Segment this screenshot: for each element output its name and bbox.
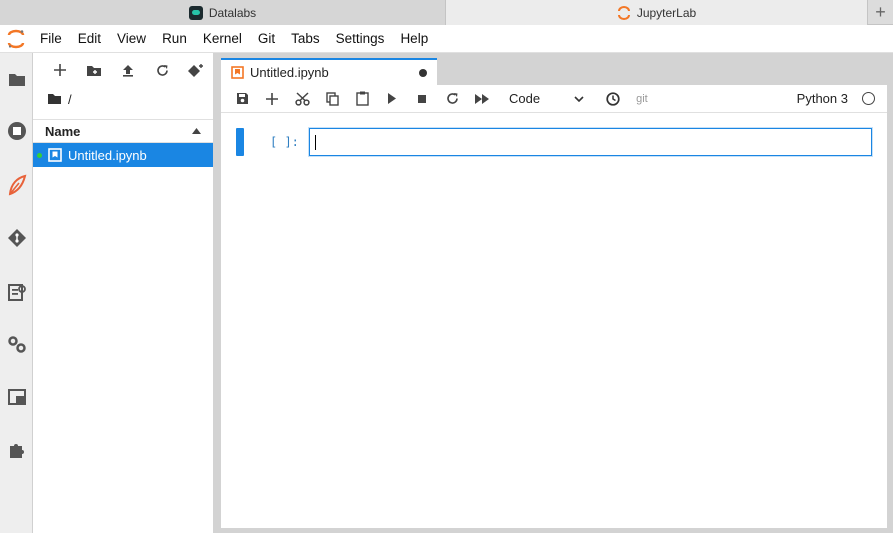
fast-forward-icon bbox=[475, 93, 489, 104]
unsaved-indicator-icon[interactable] bbox=[419, 68, 427, 77]
menu-kernel[interactable]: Kernel bbox=[195, 25, 250, 53]
kernel-name[interactable]: Python 3 bbox=[797, 91, 848, 106]
datalabs-favicon-icon bbox=[188, 5, 203, 20]
code-cell[interactable]: [ ]: bbox=[236, 127, 872, 157]
interrupt-kernel-button[interactable] bbox=[407, 86, 437, 112]
browser-tab-title: Datalabs bbox=[208, 5, 257, 20]
restart-run-all-button[interactable] bbox=[467, 86, 497, 112]
puzzle-icon[interactable] bbox=[0, 430, 33, 470]
run-cell-button[interactable] bbox=[377, 86, 407, 112]
file-name: Untitled.ipynb bbox=[68, 147, 147, 163]
file-browser-panel: / Name Untitled.ipynb bbox=[33, 53, 213, 533]
menu-run[interactable]: Run bbox=[154, 25, 195, 53]
paste-button[interactable] bbox=[347, 86, 377, 112]
plus-icon bbox=[54, 64, 66, 76]
file-browser-toolbar bbox=[33, 53, 213, 87]
refresh-icon bbox=[156, 64, 168, 76]
notebook-file-icon bbox=[48, 148, 62, 162]
notebook-toolbar: Code git Python 3 bbox=[221, 85, 887, 113]
running-sessions-icon[interactable] bbox=[0, 111, 33, 151]
save-button[interactable] bbox=[227, 86, 257, 112]
tabs-panel-icon[interactable] bbox=[0, 377, 33, 417]
panel-splitter[interactable] bbox=[213, 53, 221, 533]
execution-prompt: [ ]: bbox=[270, 135, 299, 149]
jupyter-logo-icon bbox=[0, 25, 32, 53]
property-inspector-icon[interactable] bbox=[0, 272, 33, 312]
left-activity-bar bbox=[0, 53, 33, 533]
new-launcher-button[interactable] bbox=[43, 55, 77, 85]
new-folder-icon bbox=[87, 65, 101, 76]
new-folder-button[interactable] bbox=[77, 55, 111, 85]
menu-git[interactable]: Git bbox=[250, 25, 283, 53]
scissors-icon bbox=[294, 91, 310, 106]
copy-button[interactable] bbox=[317, 86, 347, 112]
settings-gears-icon[interactable] bbox=[0, 325, 33, 365]
git-diff-label[interactable]: git bbox=[636, 93, 648, 105]
sort-caret-up-icon bbox=[192, 128, 201, 134]
name-column-header[interactable]: Name bbox=[45, 124, 80, 139]
chevron-down-icon bbox=[574, 95, 584, 102]
notebook-tab-icon bbox=[231, 66, 244, 79]
text-cursor bbox=[315, 135, 316, 150]
refresh-icon bbox=[446, 93, 458, 104]
insert-cell-button[interactable] bbox=[257, 86, 287, 112]
file-list-header[interactable]: Name bbox=[33, 119, 213, 143]
menu-settings[interactable]: Settings bbox=[328, 25, 393, 53]
new-tab-button[interactable]: + bbox=[868, 0, 893, 25]
menu-view[interactable]: View bbox=[109, 25, 154, 53]
browser-tab-bar: Datalabs JupyterLab + bbox=[0, 0, 893, 25]
notebook-panel: Code git Python 3 [ ]: bbox=[221, 85, 887, 528]
plus-icon bbox=[266, 92, 278, 105]
menu-tabs[interactable]: Tabs bbox=[283, 25, 328, 53]
refresh-button[interactable] bbox=[145, 55, 179, 85]
save-icon bbox=[236, 93, 248, 104]
cut-button[interactable] bbox=[287, 86, 317, 112]
breadcrumb-root[interactable]: / bbox=[68, 92, 72, 107]
browser-tab-datalabs[interactable]: Datalabs bbox=[0, 0, 446, 25]
breadcrumb: / bbox=[33, 87, 213, 111]
active-cell-collapser[interactable] bbox=[236, 128, 244, 156]
paste-icon bbox=[355, 91, 369, 106]
browser-tab-jupyterlab[interactable]: JupyterLab bbox=[446, 0, 868, 25]
git-history-button[interactable] bbox=[598, 86, 628, 112]
upload-icon bbox=[123, 64, 133, 77]
upload-button[interactable] bbox=[111, 55, 145, 85]
restart-kernel-button[interactable] bbox=[437, 86, 467, 112]
clock-icon bbox=[606, 91, 620, 106]
extension-leaf-icon[interactable] bbox=[0, 165, 33, 205]
cell-type-value: Code bbox=[509, 91, 541, 106]
running-indicator-icon bbox=[37, 152, 42, 158]
folder-icon[interactable] bbox=[47, 93, 62, 105]
menu-edit[interactable]: Edit bbox=[70, 25, 109, 53]
file-list-item[interactable]: Untitled.ipynb bbox=[33, 143, 213, 167]
jupyter-favicon-icon bbox=[617, 5, 630, 20]
menu-file[interactable]: File bbox=[32, 25, 70, 53]
git-clone-icon bbox=[188, 64, 203, 77]
copy-icon bbox=[325, 91, 339, 106]
kernel-idle-indicator-icon bbox=[862, 92, 875, 105]
tab-title: Untitled.ipynb bbox=[250, 65, 329, 80]
play-icon bbox=[388, 93, 396, 104]
menu-help[interactable]: Help bbox=[392, 25, 436, 53]
code-cell-editor[interactable] bbox=[309, 128, 872, 156]
stop-icon bbox=[418, 94, 426, 103]
tab-untitled-notebook[interactable]: Untitled.ipynb bbox=[221, 58, 437, 85]
kernel-status: Python 3 bbox=[797, 91, 887, 106]
browser-tab-title: JupyterLab bbox=[636, 5, 697, 20]
git-clone-button[interactable] bbox=[179, 55, 213, 85]
cell-type-select[interactable]: Code bbox=[509, 91, 584, 106]
folder-icon[interactable] bbox=[0, 59, 33, 99]
menu-bar: File Edit View Run Kernel Git Tabs Setti… bbox=[0, 25, 893, 53]
git-icon[interactable] bbox=[0, 218, 33, 258]
